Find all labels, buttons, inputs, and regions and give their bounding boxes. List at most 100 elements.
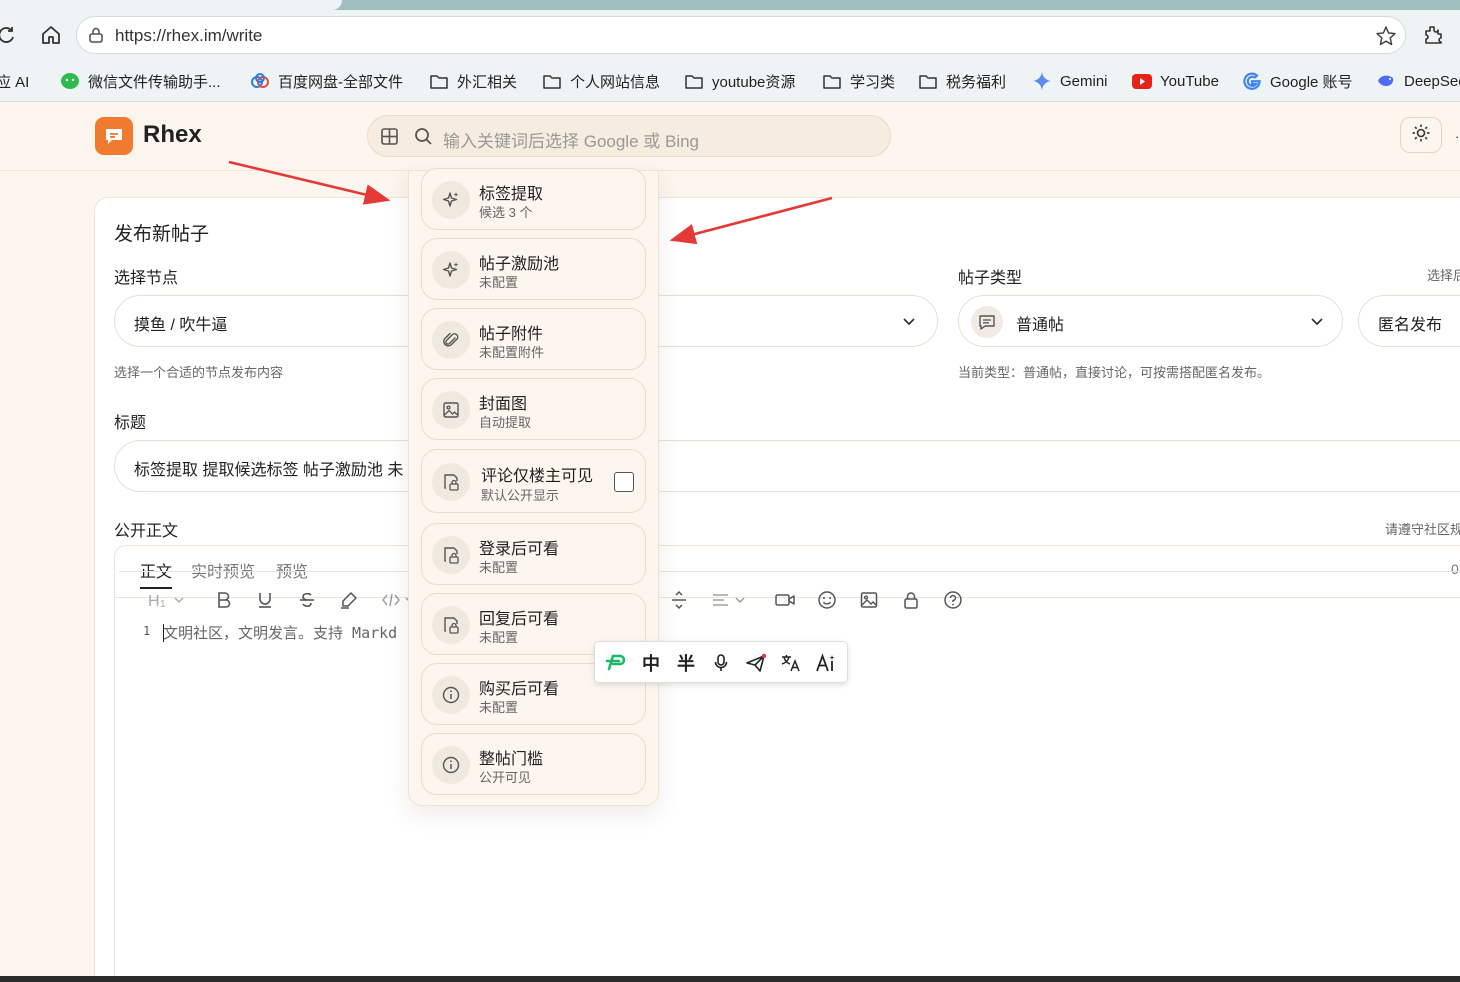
option-title: 回复后可看 [479,611,560,628]
option-login-to-view[interactable]: 登录后可看 未配置 [421,523,646,585]
community-rules-note: 请遵守社区规 [1385,522,1460,537]
url-text[interactable]: https://rhex.im/write [115,26,262,46]
ai-text-icon[interactable] [814,651,838,675]
option-title: 标签提取 [479,186,544,203]
bookmark-gemini[interactable]: Gemini [1032,70,1108,92]
write-post-card: 发布新帖子 选择节点 摸鱼 / 吹牛逼 选择一个合适的节点发布内容 帖子类型 普… [94,197,1460,982]
lock-doc-icon [432,463,470,501]
help-icon[interactable] [943,588,963,612]
brand-name[interactable]: Rhex [143,121,202,149]
bookmark-google-account[interactable]: Google 账号 [1242,70,1353,92]
theme-toggle-button[interactable] [1400,117,1442,153]
comments-owner-only-checkbox[interactable] [614,472,634,492]
chevron-down-icon [1309,313,1325,334]
taskbar-edge [0,976,1460,982]
message-icon [971,306,1003,338]
lock-icon[interactable] [901,588,921,612]
option-tag-extract[interactable]: 标签提取 候选 3 个 [421,168,646,230]
divider-icon[interactable] [669,588,689,612]
bookmark-youtube-resources[interactable]: youtube资源 [684,70,795,92]
logo-icon[interactable] [95,117,133,155]
bookmark-star-icon[interactable] [1375,25,1397,52]
ime-chinese-mode[interactable]: 中 [639,651,663,675]
folder-icon [822,72,842,90]
active-tab[interactable] [0,0,342,10]
bold-icon[interactable] [214,588,234,612]
video-icon[interactable] [774,588,796,612]
bookmark-forex[interactable]: 外汇相关 [429,70,517,92]
body-label: 公开正文 [114,523,179,540]
highlighter-icon[interactable] [339,588,359,612]
reload-icon[interactable] [0,20,22,50]
type-hint: 当前类型：普通帖，直接讨论，可按需搭配匿名发布。 [958,365,1271,380]
bookmark-deepseek[interactable]: DeepSee [1376,70,1460,92]
bookmark-study[interactable]: 学习类 [822,70,895,92]
svg-text:H: H [148,593,160,610]
post-type-select[interactable]: 普通帖 [958,295,1343,347]
option-title: 帖子激励池 [479,256,560,273]
option-post-threshold[interactable]: 整帖门槛 公开可见 [421,733,646,795]
anonymous-select[interactable]: 匿名发布 [1358,295,1460,347]
ime-logo-icon[interactable] [604,651,628,675]
post-type-value: 普通帖 [1016,317,1065,334]
info-icon [432,676,470,714]
folder-icon [542,72,562,90]
option-title: 封面图 [479,396,528,413]
grid-icon[interactable] [380,127,399,151]
chevron-down-icon [901,313,917,334]
extensions-icon[interactable] [1418,20,1448,50]
search-box[interactable]: 输入关键词后选择 Google 或 Bing [367,115,891,157]
heading-icon[interactable]: H1 [148,588,188,612]
search-input[interactable]: 输入关键词后选择 Google 或 Bing [443,127,699,152]
ime-half-width[interactable]: 半 [674,651,698,675]
send-icon[interactable] [744,651,768,675]
bookmark-ai[interactable]: 应 AI [0,70,29,92]
bookmark-tax[interactable]: 税务福利 [918,70,1006,92]
lock-doc-icon [432,606,470,644]
translate-icon[interactable] [779,651,803,675]
microphone-icon[interactable] [709,651,733,675]
option-subtitle: 未配置 [479,630,519,645]
align-icon[interactable] [711,588,751,612]
option-title: 整帖门槛 [479,751,544,768]
bookmark-wechat[interactable]: 微信文件传输助手... [60,70,221,92]
sun-icon [1411,123,1431,148]
google-icon [1242,72,1262,90]
option-attachments[interactable]: 帖子附件 未配置附件 [421,308,646,370]
subject-input[interactable]: 标签提取 提取候选标签 帖子激励池 未 [114,440,1460,492]
emoji-icon[interactable] [817,588,837,612]
option-comments-owner-only[interactable]: 评论仅楼主可见 默认公开显示 [421,449,646,513]
paperclip-icon [432,321,470,359]
svg-text:1: 1 [160,599,166,610]
anon-label: 选择后 [1427,268,1460,283]
deepseek-icon [1376,72,1396,90]
home-icon[interactable] [36,20,66,50]
header-edge-mark: · [1455,129,1460,144]
folder-icon [918,72,938,90]
site-info-icon[interactable] [87,26,105,49]
underline-icon[interactable] [255,588,275,612]
app-header: Rhex 输入关键词后选择 Google 或 Bing · [0,103,1460,171]
option-subtitle: 未配置 [479,560,519,575]
folder-icon [429,72,449,90]
gemini-icon [1032,72,1052,90]
bookmark-youtube[interactable]: YouTube [1132,70,1219,92]
option-subtitle: 公开可见 [479,770,532,785]
subject-value: 标签提取 提取候选标签 帖子激励池 未 [134,462,404,479]
strikethrough-icon[interactable] [297,588,317,612]
bookmark-baidu[interactable]: 百度网盘-全部文件 [250,70,403,92]
youtube-icon [1132,72,1152,90]
option-subtitle: 默认公开显示 [481,488,560,503]
option-cover-image[interactable]: 封面图 自动提取 [421,378,646,440]
bookmark-personal-site[interactable]: 个人网站信息 [542,70,660,92]
sparkle-icon [432,251,470,289]
option-incentive-pool[interactable]: 帖子激励池 未配置 [421,238,646,300]
bookmarks-bar: 应 AI 微信文件传输助手... 百度网盘-全部文件 外汇相关 个人网站信息 y… [0,62,1460,102]
post-options-panel: 标签提取 候选 3 个 帖子激励池 未配置 帖子附件 未配置附件 封面图 自动提… [408,168,659,806]
subject-label: 标题 [114,415,147,432]
image-upload-icon[interactable] [859,588,879,612]
browser-toolbar: https://rhex.im/write [0,10,1460,62]
editor-toolbar: H1 [119,571,1460,629]
address-bar[interactable]: https://rhex.im/write [76,16,1406,54]
node-hint: 选择一个合适的节点发布内容 [114,365,284,380]
